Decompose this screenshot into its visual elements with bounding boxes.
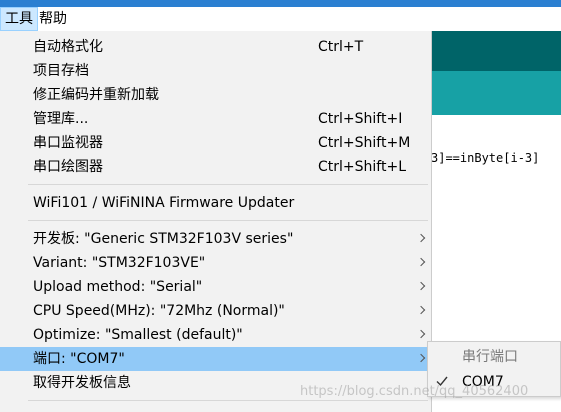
menu-item-manage-libraries[interactable]: 管理库... Ctrl+Shift+I [0, 107, 431, 131]
menu-item-label: 串口绘图器 [33, 159, 103, 175]
window-title-bar [0, 0, 561, 7]
menu-item-label: 端口: "COM7" [33, 351, 125, 367]
menu-separator [28, 220, 428, 221]
chevron-right-icon [416, 257, 426, 267]
menu-tools[interactable]: 工具 [0, 7, 38, 31]
menu-item-optimize[interactable]: Optimize: "Smallest (default)" [0, 323, 431, 347]
tools-menu: 自动格式化 Ctrl+T 项目存档 修正编码并重新加载 管理库... Ctrl+… [0, 31, 432, 412]
menu-item-label: Upload method: "Serial" [33, 279, 203, 295]
watermark: https://blog.csdn.net/qq_40562400 [300, 384, 529, 399]
chevron-right-icon [416, 233, 426, 243]
chevron-right-icon [416, 305, 426, 315]
menu-item-archive-sketch[interactable]: 项目存档 [0, 59, 431, 83]
menu-item-serial-monitor[interactable]: 串口监视器 Ctrl+Shift+M [0, 131, 431, 155]
menu-item-board[interactable]: 开发板: "Generic STM32F103V series" [0, 227, 431, 251]
code-line: 3]==inByte[i-3] [431, 151, 540, 165]
menu-item-label: 开发板: "Generic STM32F103V series" [33, 231, 294, 247]
menu-item-label: 取得开发板信息 [33, 375, 131, 391]
ide-toolbar [430, 71, 561, 115]
submenu-header: 串行端口 [428, 345, 560, 369]
menu-separator [28, 184, 428, 185]
menu-item-port[interactable]: 端口: "COM7" [0, 347, 431, 371]
menu-item-fix-encoding[interactable]: 修正编码并重新加载 [0, 83, 431, 107]
menu-item-label: 项目存档 [33, 63, 89, 79]
menu-item-firmware-updater[interactable]: WiFi101 / WiFiNINA Firmware Updater [0, 191, 431, 215]
menu-item-shortcut: Ctrl+Shift+M [318, 135, 411, 151]
chevron-right-icon [416, 353, 426, 363]
menu-item-serial-plotter[interactable]: 串口绘图器 Ctrl+Shift+L [0, 155, 431, 179]
serial-ports-label: 串行端口 [462, 349, 518, 365]
menu-bar: 工具 帮助 [0, 7, 561, 31]
chevron-right-icon [416, 281, 426, 291]
menu-item-label: 自动格式化 [33, 39, 103, 55]
ide-header [430, 31, 561, 71]
menu-item-auto-format[interactable]: 自动格式化 Ctrl+T [0, 35, 431, 59]
menu-item-variant[interactable]: Variant: "STM32F103VE" [0, 251, 431, 275]
menu-item-shortcut: Ctrl+Shift+I [318, 111, 403, 127]
menu-help[interactable]: 帮助 [35, 7, 71, 31]
menu-item-shortcut: Ctrl+T [318, 39, 364, 55]
chevron-right-icon [416, 329, 426, 339]
menu-item-shortcut: Ctrl+Shift+L [318, 159, 406, 175]
menu-item-label: Optimize: "Smallest (default)" [33, 327, 243, 343]
menu-item-label: 管理库... [33, 111, 89, 127]
menu-item-upload-method[interactable]: Upload method: "Serial" [0, 275, 431, 299]
menu-item-cpu-speed[interactable]: CPU Speed(MHz): "72Mhz (Normal)" [0, 299, 431, 323]
menu-item-label: 串口监视器 [33, 135, 103, 151]
menu-item-label: WiFi101 / WiFiNINA Firmware Updater [33, 195, 295, 211]
menu-item-label: Variant: "STM32F103VE" [33, 255, 206, 271]
menu-item-label: CPU Speed(MHz): "72Mhz (Normal)" [33, 303, 285, 319]
menu-item-label: 修正编码并重新加载 [33, 87, 159, 103]
